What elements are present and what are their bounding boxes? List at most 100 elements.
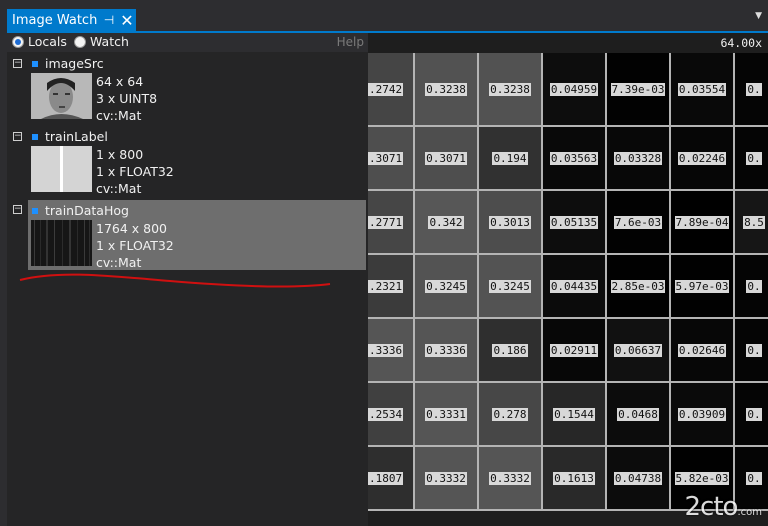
pixel-cell[interactable]: 0.3331 bbox=[415, 383, 479, 447]
pin-icon[interactable]: ⊣ bbox=[102, 13, 116, 27]
pixel-cell[interactable]: 0.02911 bbox=[543, 319, 607, 383]
pixel-value: 7.6e-03 bbox=[613, 215, 663, 229]
pixel-value: 0.3245 bbox=[489, 279, 531, 293]
variable-meta: 64 x 64 3 x UINT8 cv::Mat bbox=[96, 73, 157, 124]
pixel-cell[interactable]: 0.04738 bbox=[607, 447, 671, 511]
pixel-cell[interactable]: 0.1544 bbox=[543, 383, 607, 447]
pixel-cell[interactable]: 0.194 bbox=[479, 127, 543, 191]
pixel-cell[interactable]: .3336 bbox=[368, 319, 415, 383]
collapse-icon[interactable]: − bbox=[13, 132, 22, 141]
pixel-cell[interactable]: 2.85e-03 bbox=[607, 255, 671, 319]
variable-card-traindatahog[interactable]: trainDataHog 1764 x 800 1 x FLOAT32 cv::… bbox=[28, 200, 366, 270]
chevron-down-icon[interactable]: ▼ bbox=[755, 11, 762, 21]
pixel-value: 0.278 bbox=[492, 407, 528, 421]
pixel-cell[interactable]: .2771 bbox=[368, 191, 415, 255]
pixel-value: 7.39e-03 bbox=[610, 82, 666, 96]
pixel-cell[interactable]: 0.278 bbox=[479, 383, 543, 447]
pixel-value: 0.194 bbox=[492, 151, 528, 165]
pixel-cell[interactable]: 0. bbox=[735, 383, 768, 447]
variable-dims: 64 x 64 bbox=[96, 74, 144, 89]
pixel-value: 0.02646 bbox=[677, 343, 727, 357]
pixel-value: 5.97e-03 bbox=[674, 279, 730, 293]
pixel-cell[interactable]: 0.03328 bbox=[607, 127, 671, 191]
pixel-cell[interactable]: 0.0468 bbox=[607, 383, 671, 447]
watch-label[interactable]: Watch bbox=[90, 34, 129, 49]
close-icon[interactable]: ✕ bbox=[118, 11, 136, 30]
zoom-level: 64.00x bbox=[720, 36, 762, 50]
pixel-cell[interactable]: 7.89e-04 bbox=[671, 191, 735, 255]
variable-card-trainlabel[interactable]: trainLabel 1 x 800 1 x FLOAT32 cv::Mat bbox=[28, 126, 366, 196]
variable-type: cv::Mat bbox=[96, 108, 142, 123]
pixel-cell[interactable]: 0. bbox=[735, 255, 768, 319]
collapse-icon[interactable]: − bbox=[13, 59, 22, 68]
variable-type-icon bbox=[32, 208, 38, 214]
pixel-cell[interactable]: 0.3245 bbox=[415, 255, 479, 319]
pixel-cell[interactable]: .2742 bbox=[368, 53, 415, 127]
pixel-cell[interactable]: 0.05135 bbox=[543, 191, 607, 255]
pixel-value: 0.03554 bbox=[677, 82, 727, 96]
pixel-cell[interactable]: 0.03554 bbox=[671, 53, 735, 127]
pixel-cell[interactable]: 0.3332 bbox=[415, 447, 479, 511]
pixel-value: 0.05135 bbox=[549, 215, 599, 229]
pixel-cell[interactable]: 0.02246 bbox=[671, 127, 735, 191]
pixel-cell[interactable]: 0.3238 bbox=[479, 53, 543, 127]
pixel-grid[interactable]: .2742 0.3238 0.3238 0.04959 7.39e-03 0.03554 0… bbox=[368, 53, 768, 526]
variable-card-imagesrc[interactable]: imageSrc 64 x 64 3 x UINT8 cv::Mat bbox=[28, 53, 366, 123]
pixel-cell[interactable]: 0.04435 bbox=[543, 255, 607, 319]
pixel-value: 0.3071 bbox=[425, 151, 467, 165]
pixel-cell[interactable]: 0. bbox=[735, 53, 768, 127]
pixel-value: 0.02911 bbox=[549, 343, 599, 357]
pixel-cell[interactable]: 0.3013 bbox=[479, 191, 543, 255]
pixel-cell[interactable]: 0.06637 bbox=[607, 319, 671, 383]
pixel-viewer[interactable]: 64.00x .2742 0.3238 0.3238 0.04959 7.39e-03 0… bbox=[368, 33, 768, 526]
variable-name: trainLabel bbox=[45, 129, 108, 144]
pixel-value: 0.06637 bbox=[613, 343, 663, 357]
pixel-value: 0. bbox=[746, 151, 762, 165]
pixel-cell[interactable]: 0.3332 bbox=[479, 447, 543, 511]
pixel-cell[interactable]: 0. bbox=[735, 319, 768, 383]
pixel-cell[interactable]: 0.03909 bbox=[671, 383, 735, 447]
pixel-cell[interactable]: 0.3336 bbox=[415, 319, 479, 383]
pixel-cell[interactable]: 0.186 bbox=[479, 319, 543, 383]
pixel-cell[interactable]: .1807 bbox=[368, 447, 415, 511]
pixel-value: 0.1544 bbox=[553, 407, 595, 421]
help-link[interactable]: Help bbox=[337, 35, 364, 49]
collapse-icon[interactable]: − bbox=[13, 205, 22, 214]
variable-dims: 1764 x 800 bbox=[96, 221, 168, 236]
locals-label[interactable]: Locals bbox=[28, 34, 67, 49]
pixel-value: 0.04738 bbox=[613, 471, 663, 485]
pixel-cell[interactable]: 0.342 bbox=[415, 191, 479, 255]
pixel-cell[interactable]: 0.3245 bbox=[479, 255, 543, 319]
pixel-value: 0. bbox=[746, 279, 762, 293]
pixel-cell[interactable]: 0.3238 bbox=[415, 53, 479, 127]
pixel-cell[interactable]: 0. bbox=[735, 127, 768, 191]
variable-channels: 1 x FLOAT32 bbox=[96, 238, 174, 253]
pixel-value: .2742 bbox=[368, 82, 404, 96]
image-watch-tab[interactable]: Image Watch ⊣ ✕ bbox=[7, 9, 136, 31]
pixel-cell[interactable]: 0.02646 bbox=[671, 319, 735, 383]
pixel-value: 0.04959 bbox=[549, 82, 599, 96]
pixel-cell[interactable]: 7.6e-03 bbox=[607, 191, 671, 255]
pixel-value: .3336 bbox=[368, 343, 404, 357]
pixel-cell[interactable]: .3071 bbox=[368, 127, 415, 191]
pixel-cell[interactable]: 0.03563 bbox=[543, 127, 607, 191]
pixel-cell[interactable]: 0.1613 bbox=[543, 447, 607, 511]
pixel-value: 0.04435 bbox=[549, 279, 599, 293]
pixel-value: 0.0468 bbox=[617, 407, 659, 421]
pixel-cell[interactable]: 8.5 bbox=[735, 191, 768, 255]
pixel-value: 0.3336 bbox=[425, 343, 467, 357]
pixel-value: 0.342 bbox=[428, 215, 464, 229]
variable-channels: 1 x FLOAT32 bbox=[96, 164, 174, 179]
pixel-cell[interactable]: .2534 bbox=[368, 383, 415, 447]
variable-name: trainDataHog bbox=[45, 203, 129, 218]
pixel-cell[interactable]: 5.97e-03 bbox=[671, 255, 735, 319]
locals-radio[interactable] bbox=[12, 36, 24, 48]
pixel-cell[interactable]: 7.39e-03 bbox=[607, 53, 671, 127]
pixel-value: 0.03909 bbox=[677, 407, 727, 421]
pixel-cell[interactable]: 0.04959 bbox=[543, 53, 607, 127]
variable-list: − imageSrc 64 x 64 3 x UINT8 cv::Mat − t… bbox=[7, 52, 368, 526]
pixel-cell[interactable]: 0.3071 bbox=[415, 127, 479, 191]
pixel-cell[interactable]: .2321 bbox=[368, 255, 415, 319]
watch-radio[interactable] bbox=[74, 36, 86, 48]
pixel-value: .2534 bbox=[368, 407, 404, 421]
